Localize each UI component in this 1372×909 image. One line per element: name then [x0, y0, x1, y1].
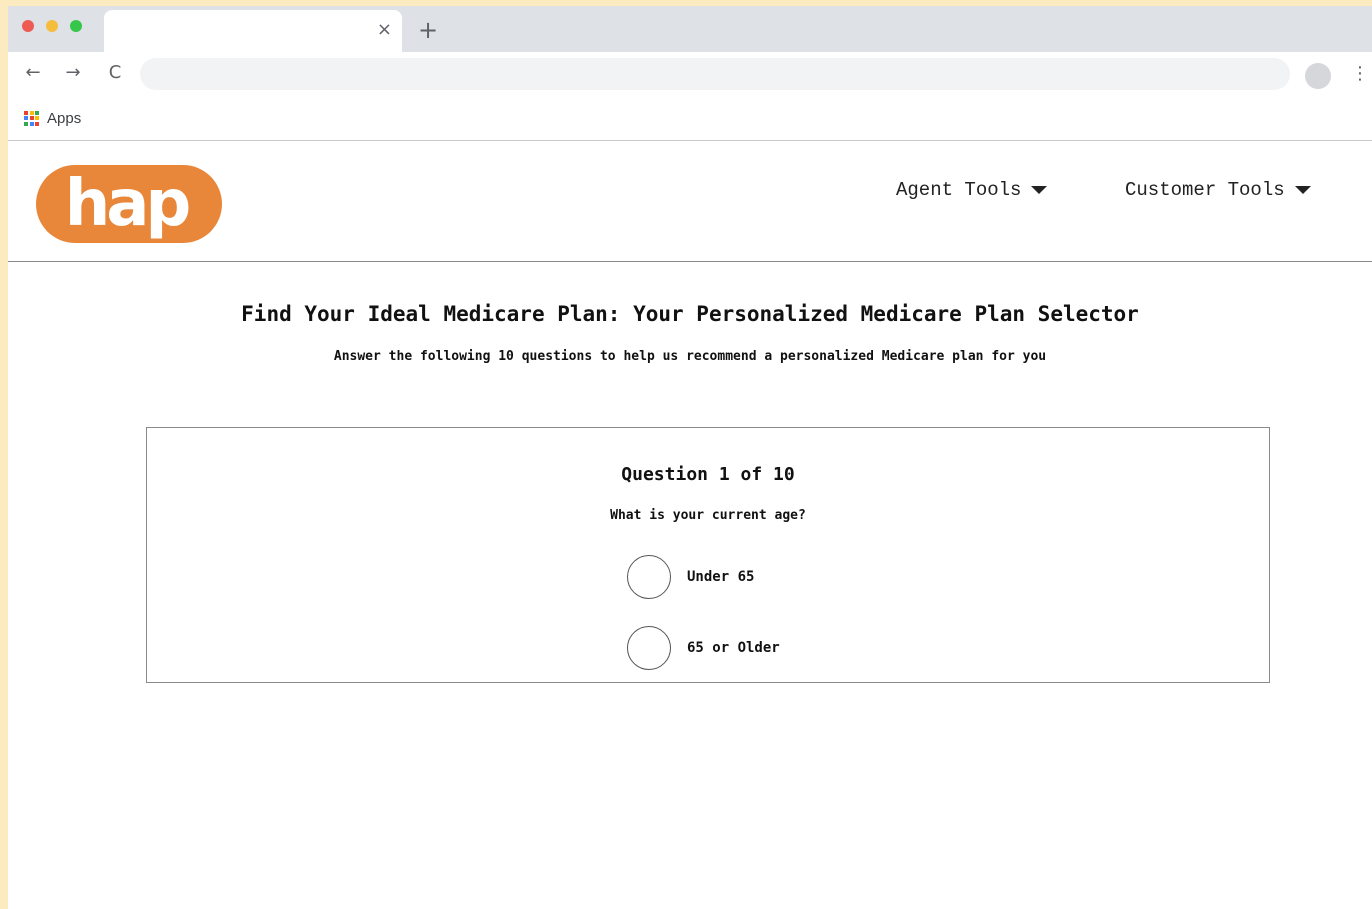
answer-option-label: Under 65	[687, 569, 755, 585]
hap-logo[interactable]: hap	[36, 165, 222, 243]
nav-agent-tools[interactable]: Agent Tools	[896, 179, 1048, 201]
logo-text: hap	[65, 167, 189, 241]
tab-strip: × +	[8, 6, 1372, 52]
profile-avatar[interactable]	[1305, 63, 1331, 89]
browser-window: × + ← → C ⋮ Apps hap Agent Tools Custome…	[8, 6, 1372, 909]
answer-option-label: 65 or Older	[687, 640, 780, 656]
back-arrow-icon[interactable]: ←	[22, 62, 44, 84]
question-text: What is your current age?	[610, 508, 806, 523]
caret-down-icon	[1294, 186, 1311, 194]
bookmarks-bar: Apps	[8, 96, 1372, 141]
answer-option-65-or-older[interactable]: 65 or Older	[627, 626, 780, 670]
browser-tab[interactable]: ×	[104, 10, 402, 52]
nav-customer-tools[interactable]: Customer Tools	[1125, 179, 1311, 201]
nav-agent-tools-label: Agent Tools	[896, 179, 1022, 201]
close-icon[interactable]: ×	[377, 20, 392, 40]
answer-option-under-65[interactable]: Under 65	[627, 555, 754, 599]
radio-button[interactable]	[627, 626, 671, 670]
apps-bookmark[interactable]: Apps	[24, 108, 81, 128]
forward-arrow-icon[interactable]: →	[62, 62, 84, 84]
new-tab-button[interactable]: +	[418, 18, 438, 42]
hap-logo-graphic: hap	[36, 165, 222, 243]
caret-down-icon	[1031, 186, 1048, 194]
radio-button[interactable]	[627, 555, 671, 599]
page-title: Find Your Ideal Medicare Plan: Your Pers…	[241, 302, 1139, 326]
page-subtitle: Answer the following 10 questions to hel…	[333, 349, 1047, 364]
minimize-window-button[interactable]	[46, 20, 58, 32]
nav-customer-tools-label: Customer Tools	[1125, 179, 1285, 201]
menu-dots-icon[interactable]: ⋮	[1351, 62, 1369, 86]
reload-icon[interactable]: C	[104, 62, 126, 84]
address-bar[interactable]	[140, 58, 1290, 90]
apps-label: Apps	[47, 109, 82, 127]
browser-toolbar: ← → C ⋮	[8, 52, 1372, 96]
question-card: Question 1 of 10 What is your current ag…	[146, 427, 1270, 683]
close-window-button[interactable]	[22, 20, 34, 32]
apps-grid-icon	[24, 110, 39, 126]
site-header: hap Agent Tools Customer Tools	[8, 141, 1372, 262]
maximize-window-button[interactable]	[70, 20, 82, 32]
question-counter: Question 1 of 10	[621, 464, 795, 485]
